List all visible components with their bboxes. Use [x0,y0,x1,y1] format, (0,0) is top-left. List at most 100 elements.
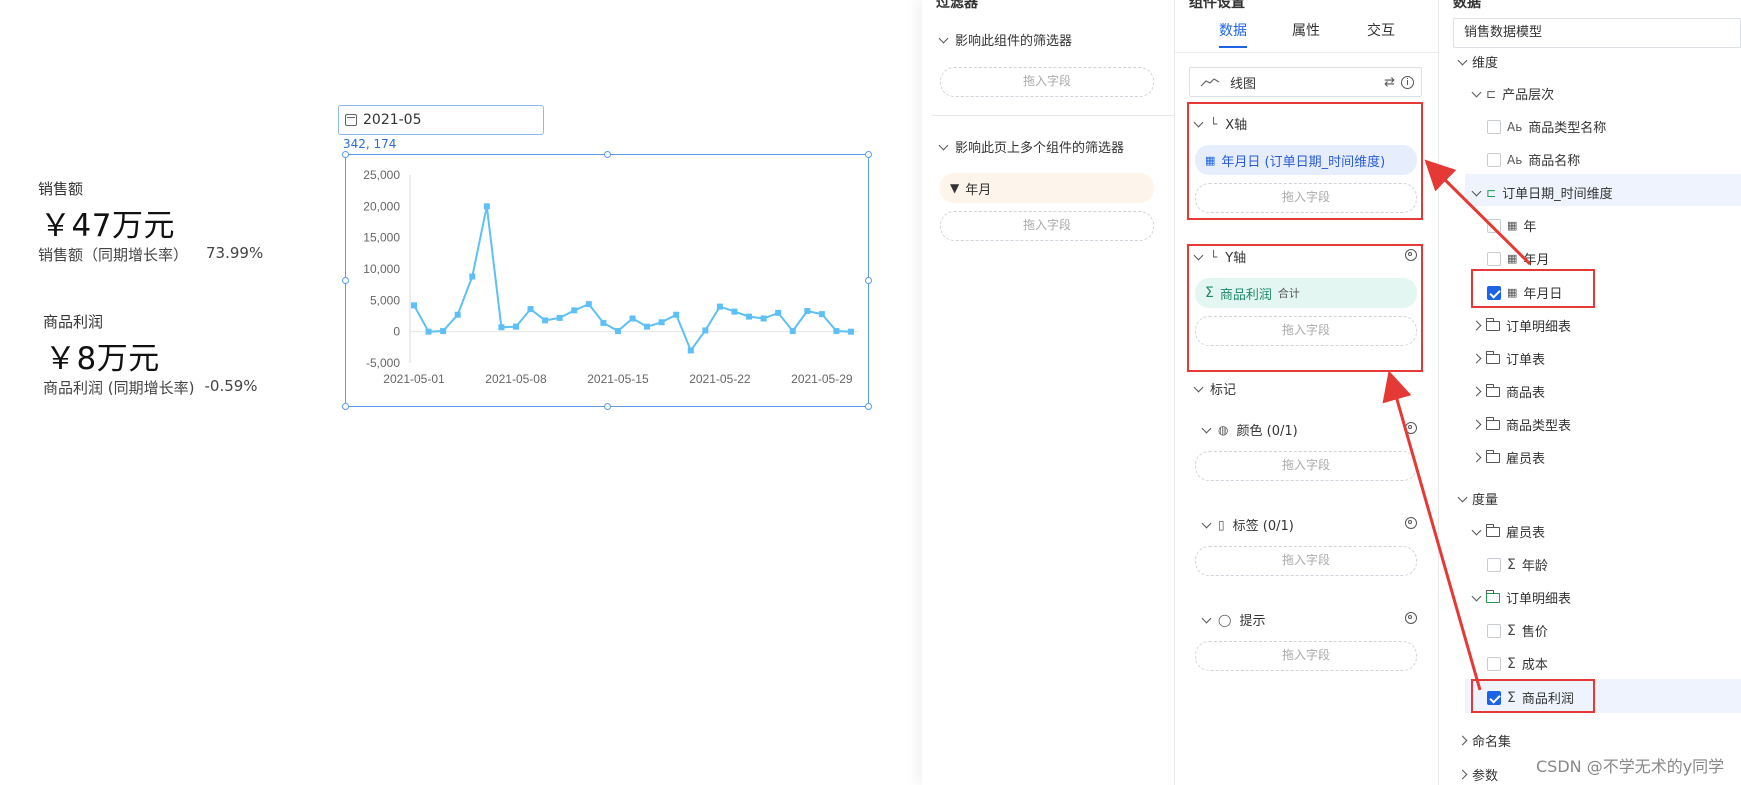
resize-handle[interactable] [865,277,872,284]
tree-folder[interactable]: 雇员表 [1471,448,1545,467]
tree-dimension[interactable]: 维度 [1457,52,1498,71]
tree-folder[interactable]: 订单表 [1471,349,1545,368]
label-drop-zone[interactable]: 拖入字段 [1195,546,1417,576]
tree-measure[interactable]: 度量 [1457,489,1498,508]
data-point [411,302,417,309]
x-tick-label: 2021-05-15 [587,372,649,386]
marks-label-title: 标签 (0/1) [1232,519,1294,534]
tree-cost[interactable]: Σ 成本 [1487,654,1548,673]
checkbox[interactable] [1487,251,1501,266]
filter-drop-zone[interactable]: 拖入字段 [940,67,1154,97]
data-point [440,328,447,335]
divider [932,115,1174,116]
tree-year-month[interactable]: ▦ 年月 [1487,249,1549,268]
data-point [746,313,753,320]
switch-icon[interactable]: ⇄ [1384,75,1395,90]
chevron-down-icon [938,33,949,43]
year-month-label: 年月 [1523,253,1550,268]
filter-section-component[interactable]: 影响此组件的筛选器 [938,30,1072,49]
data-point [760,315,767,322]
data-model-select[interactable]: 销售数据模型 [1453,18,1741,48]
checkbox[interactable] [1487,119,1501,134]
filter-panel: 过滤器 影响此组件的筛选器 拖入字段 影响此页上多个组件的筛选器 ▼ 年月 拖入… [922,0,1174,785]
marks-label-section[interactable]: ▯ 标签 (0/1) [1201,515,1294,534]
kpi-profit-growth-label: 商品利润 (同期增长率) [43,379,195,397]
tree-product-type-name[interactable]: Aь 商品类型名称 [1487,117,1606,136]
tab-interaction[interactable]: 交互 [1367,20,1395,40]
sigma-icon: Σ [1507,655,1516,672]
tree-folder[interactable]: 商品表 [1471,382,1546,401]
tooltip-icon: ◯ [1218,612,1232,627]
data-point [731,308,738,315]
tree-year[interactable]: ▦ 年 [1487,216,1536,235]
resize-handle[interactable] [865,151,872,158]
product-name-label: 商品名称 [1528,154,1581,169]
tab-data[interactable]: 数据 [1219,20,1247,40]
tree-folder[interactable]: 订单明细表 [1471,316,1571,335]
data-point [483,203,490,210]
checkbox[interactable] [1487,218,1501,233]
label-settings-gear-icon[interactable] [1405,517,1417,529]
marks-tooltip-title: 提示 [1239,614,1266,629]
x-tick-label: 2021-05-29 [791,372,853,386]
data-point [716,303,723,310]
tooltip-settings-gear-icon[interactable] [1405,612,1417,624]
age-label: 年龄 [1521,559,1548,574]
tree-product-name[interactable]: Aь 商品名称 [1487,150,1580,169]
data-point [469,273,476,280]
filter-drop-zone[interactable]: 拖入字段 [940,211,1154,241]
marks-section[interactable]: 标记 [1193,379,1236,398]
resize-handle[interactable] [342,151,349,158]
color-settings-gear-icon[interactable] [1405,422,1417,434]
checkbox[interactable] [1487,152,1501,167]
marks-color-section[interactable]: ◍ 颜色 (0/1) [1201,420,1298,439]
kpi-profit-value: ￥8万元 [45,341,160,377]
named-sets-label: 命名集 [1472,735,1512,750]
tree-order-detail-table[interactable]: 订单明细表 [1471,588,1571,607]
data-point [687,347,694,354]
tree-product-hierarchy[interactable]: ⊏ 产品层次 [1471,84,1554,103]
tab-properties[interactable]: 属性 [1292,20,1320,40]
tree-price[interactable]: Σ 售价 [1487,621,1548,640]
chevron-down-icon [1457,492,1468,502]
tree-order-date-dim[interactable]: ⊏ 订单日期_时间维度 [1471,183,1613,202]
chevron-down-icon [1457,55,1468,65]
date-picker[interactable]: 2021-05 [338,105,544,135]
chart-frame[interactable]: 25,000 20,000 15,000 10,000 5,000 0 -5,000 2021… [345,154,869,407]
folder-checked-icon [1486,589,1500,603]
color-drop-zone[interactable]: 拖入字段 [1195,451,1417,481]
chevron-down-icon [1201,518,1212,528]
employee-table-label: 雇员表 [1506,526,1546,541]
line-chart-icon [1200,78,1220,87]
checkbox[interactable] [1487,557,1501,572]
resize-handle[interactable] [865,403,872,410]
marks-tooltip-section[interactable]: ◯ 提示 [1201,610,1266,629]
hierarchy-checked-icon: ⊏ [1486,185,1497,200]
tree-age[interactable]: Σ 年龄 [1487,555,1548,574]
data-point [425,328,432,335]
folder-icon [1486,383,1500,397]
chevron-right-icon [1471,386,1482,397]
chart-type-select[interactable]: 线图 ⇄ i [1189,67,1422,97]
filter-chip-year-month[interactable]: ▼ 年月 [940,173,1154,203]
folder-label: 商品表 [1506,386,1546,401]
tree-employee-table[interactable]: 雇员表 [1471,522,1546,541]
info-icon[interactable]: i [1401,75,1414,89]
tooltip-drop-zone[interactable]: 拖入字段 [1195,641,1417,671]
checkbox[interactable] [1487,623,1501,638]
resize-handle[interactable] [604,403,611,410]
resize-handle[interactable] [342,403,349,410]
resize-handle[interactable] [342,277,349,284]
filter-panel-title: 过滤器 [936,0,978,11]
tree-named-sets[interactable]: 命名集 [1457,731,1512,750]
tree-params[interactable]: 参数 [1457,765,1498,784]
data-point [600,319,607,326]
data-panel: 数据 销售数据模型 维度 ⊏ 产品层次 Aь 商品类型名称 Aь 商品名称 ⊏ … [1439,0,1741,785]
checkbox[interactable] [1487,656,1501,671]
tree-folder[interactable]: 商品类型表 [1471,415,1571,434]
filter-section-page[interactable]: 影响此页上多个组件的筛选器 [938,137,1124,156]
kpi-profit-growth: 商品利润 (同期增长率) -0.59% [43,377,258,398]
resize-handle[interactable] [604,151,611,158]
data-point [542,317,549,324]
marks-color-title: 颜色 (0/1) [1236,424,1298,439]
